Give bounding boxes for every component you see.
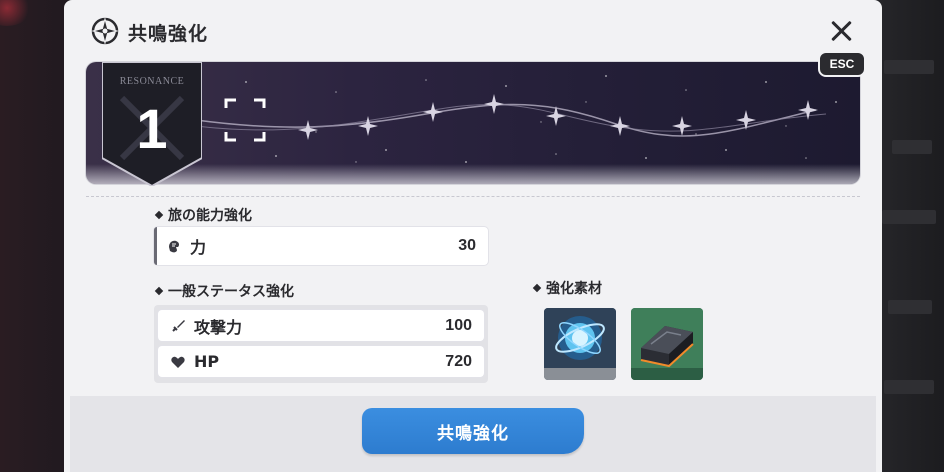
backdrop-left — [0, 0, 70, 472]
stat-row-hp: HP 720 — [158, 346, 484, 377]
material-slot-1[interactable] — [544, 308, 616, 380]
fist-icon — [169, 240, 180, 253]
resonance-boost-button[interactable]: 共鳴強化 — [362, 408, 584, 454]
stat-value: 720 — [445, 352, 472, 370]
close-button[interactable] — [826, 16, 856, 46]
bullet-diamond-icon — [532, 283, 542, 293]
materials-heading: 強化素材 — [532, 278, 602, 298]
section-divider — [86, 196, 860, 197]
stat-name: HP — [194, 352, 220, 371]
stat-value: 100 — [445, 316, 472, 334]
bullet-diamond-icon — [154, 286, 164, 296]
stat-name: 攻撃力 — [194, 317, 243, 337]
resonance-banner — [86, 62, 860, 184]
stat-value: 30 — [458, 237, 476, 254]
page-title: 共鳴強化 — [128, 23, 209, 45]
resonance-label: RESONANCE — [119, 76, 185, 87]
bullet-diamond-icon — [154, 210, 164, 220]
resonance-panel: 共鳴強化 ESC RESONANCE 1 旅の能力強化 力 30 一般ステータス… — [64, 0, 882, 472]
travel-boost-heading: 旅の能力強化 — [154, 205, 252, 225]
stat-name: 力 — [190, 238, 207, 257]
general-status-heading: 一般ステータス強化 — [154, 281, 294, 301]
material-slot-2[interactable] — [631, 308, 703, 380]
stat-row-attack: 攻撃力 100 — [158, 310, 484, 341]
compass-star-icon — [91, 17, 119, 45]
resonance-level: 1 — [136, 97, 168, 160]
heart-icon — [171, 356, 185, 368]
stat-row-strength: 力 30 — [154, 227, 488, 265]
focus-frame-icon — [224, 98, 266, 142]
esc-key-hint: ESC — [818, 51, 866, 77]
sword-icon — [172, 319, 185, 332]
backdrop-right — [874, 0, 944, 472]
